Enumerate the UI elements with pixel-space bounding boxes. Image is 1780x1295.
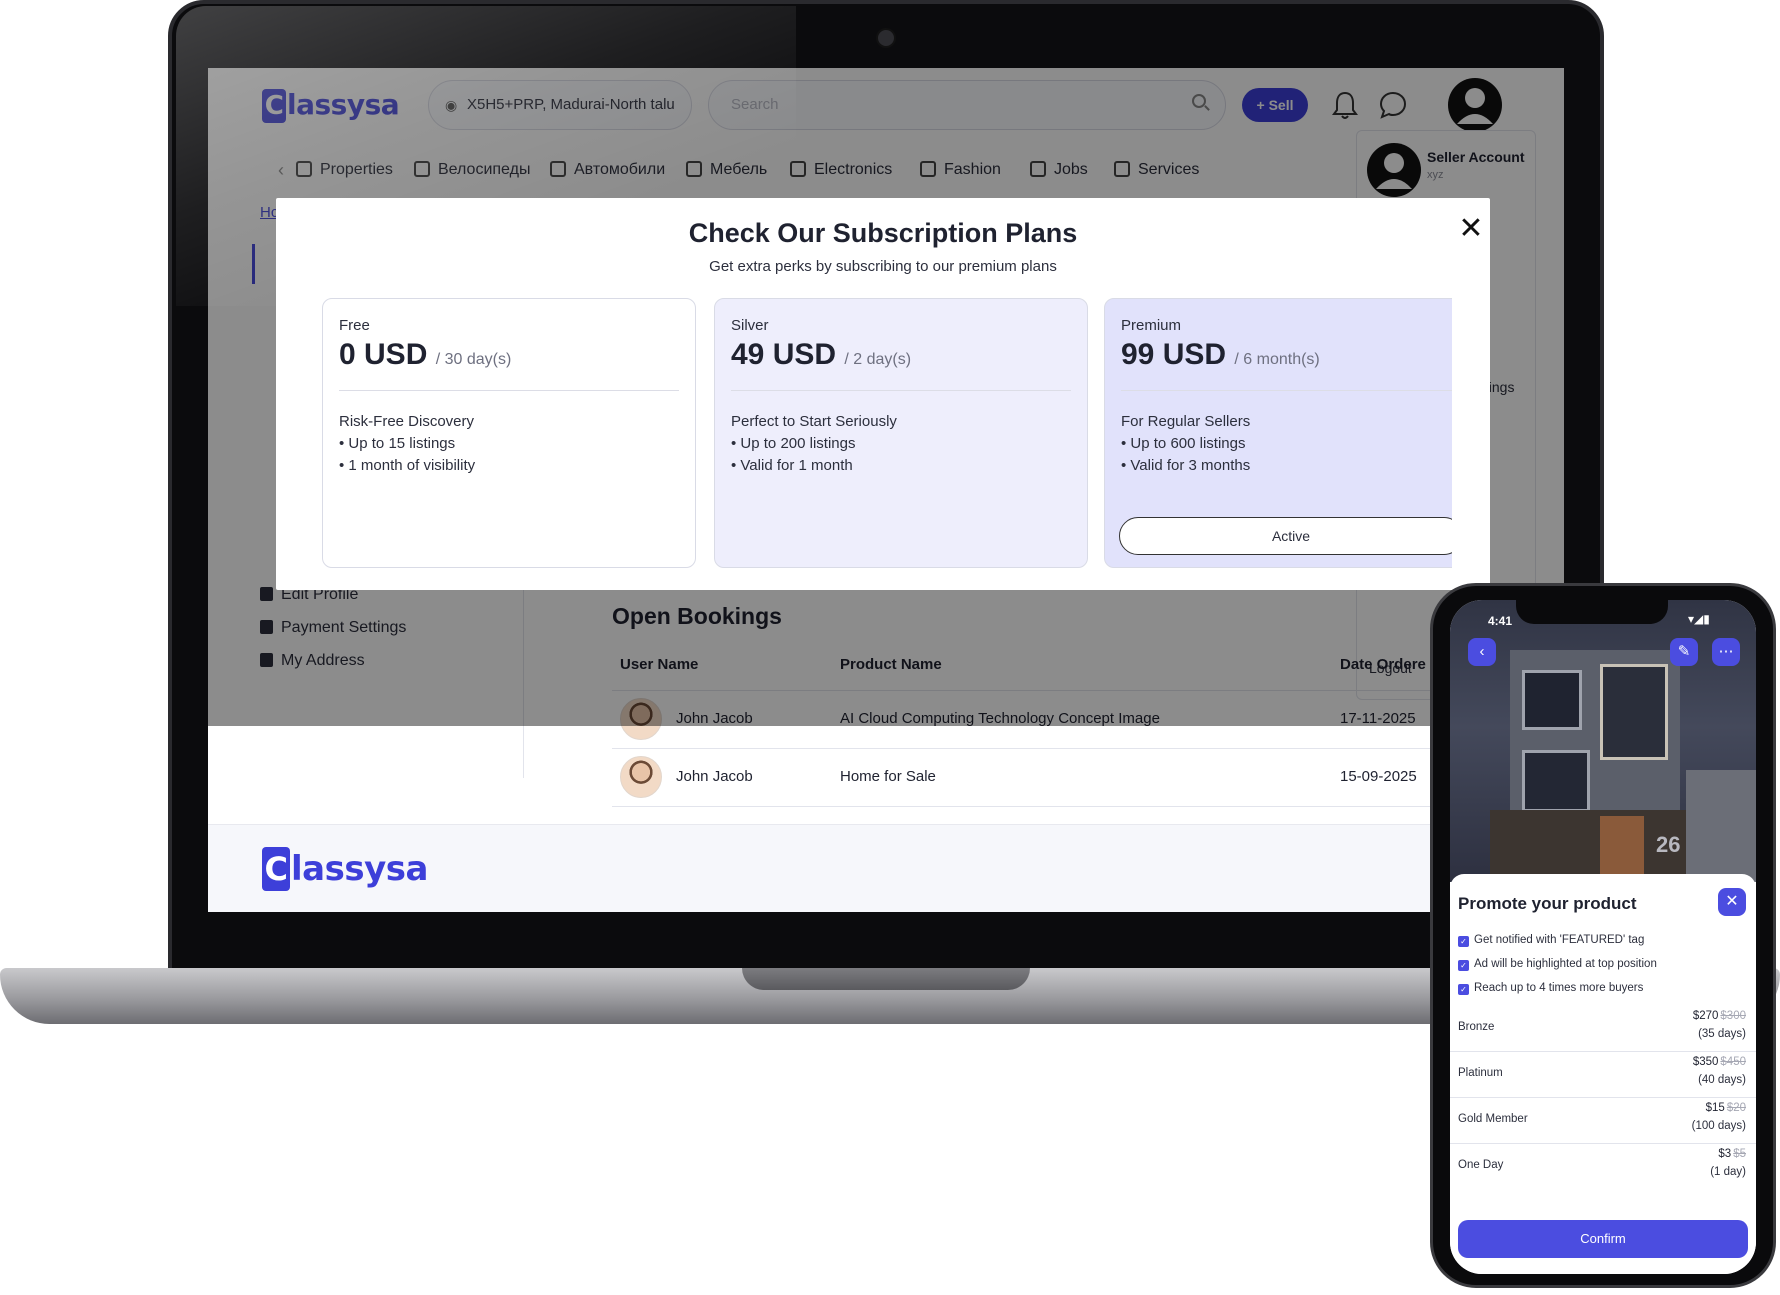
modal-title: Check Our Subscription Plans — [688, 218, 1078, 248]
plan-headline: Risk-Free Discovery — [339, 413, 475, 430]
row-date: 15-09-2025 — [1340, 768, 1417, 785]
row-user-name: John Jacob — [676, 768, 753, 785]
laptop-screen: Classysa ◉ X5H5+PRP, Madurai-North talu … — [208, 68, 1564, 912]
plan-divider — [731, 390, 1071, 391]
status-bar-icons: ▾◢▮ — [1688, 612, 1710, 626]
plan-headline: For Regular Sellers — [1121, 413, 1251, 430]
plan-feature: • Up to 200 listings — [731, 435, 856, 452]
plan-feature: • Up to 600 listings — [1121, 435, 1246, 452]
subscription-plans-modal: Check Our Subscription Plans Get extra p… — [276, 198, 1490, 590]
building-wall — [1686, 770, 1756, 882]
check-icon: ✓ — [1458, 960, 1469, 971]
tier-option-platinum[interactable]: Platinum $350 $450 (40 days) — [1450, 1052, 1756, 1098]
plan-price: 0 USD / 30 day(s) — [339, 338, 512, 371]
site-footer: Classysa — [208, 824, 1564, 912]
check-icon: ✓ — [1458, 936, 1469, 947]
row-user-avatar — [620, 756, 662, 798]
tier-option-bronze[interactable]: Bronze $270 $300 (35 days) — [1450, 1006, 1756, 1052]
classysa-footer-logo[interactable]: Classysa — [262, 847, 428, 891]
status-bar-time: 4:41 — [1488, 614, 1513, 628]
plan-name: Silver — [731, 317, 769, 334]
tier-option-one-day[interactable]: One Day $3 $5 (1 day) — [1450, 1144, 1756, 1190]
close-icon[interactable]: ✕ — [1718, 888, 1746, 916]
plan-card-premium[interactable]: Premium 99 USD / 6 month(s) For Regular … — [1104, 298, 1452, 568]
building-window — [1522, 670, 1582, 730]
plan-divider — [339, 390, 679, 391]
confirm-button[interactable]: Confirm — [1458, 1220, 1748, 1258]
building-window — [1522, 750, 1590, 812]
plan-divider — [1121, 390, 1452, 391]
house-number: 26 — [1656, 832, 1681, 857]
plans-row: Free 0 USD / 30 day(s) Risk-Free Discove… — [322, 298, 1452, 570]
perk-item: ✓ Reach up to 4 times more buyers — [1458, 982, 1643, 995]
plan-feature: • Valid for 3 months — [1121, 457, 1251, 474]
perk-item: ✓ Ad will be highlighted at top position — [1458, 958, 1657, 971]
promote-product-sheet: Promote your product ✕ ✓ Get notified wit… — [1450, 874, 1756, 1274]
check-icon: ✓ — [1458, 984, 1469, 995]
building-window — [1600, 664, 1668, 760]
table-divider — [612, 806, 1564, 807]
plan-name: Free — [339, 317, 370, 334]
back-icon[interactable]: ‹ — [1468, 638, 1496, 666]
plan-price: 99 USD / 6 month(s) — [1121, 338, 1320, 371]
plan-card-silver[interactable]: Silver 49 USD / 2 day(s) Perfect to Star… — [714, 298, 1088, 568]
modal-subtitle: Get extra perks by subscribing to our pr… — [709, 258, 1057, 275]
edit-icon[interactable]: ✎ — [1670, 638, 1698, 666]
webcam — [876, 28, 896, 48]
phone-notch — [1516, 598, 1668, 624]
property-photo: 26 4:41 ▾◢▮ ‹ ✎ ⋯ — [1450, 600, 1756, 882]
plan-headline: Perfect to Start Seriously — [731, 413, 897, 430]
plan-active-button[interactable]: Active — [1119, 517, 1452, 555]
promo-title: Promote your product — [1458, 894, 1637, 913]
laptop-hinge-notch — [742, 968, 1030, 990]
plan-feature: • Up to 15 listings — [339, 435, 456, 452]
plan-card-free[interactable]: Free 0 USD / 30 day(s) Risk-Free Discove… — [322, 298, 696, 568]
plan-feature: • 1 month of visibility — [339, 457, 476, 474]
plan-name: Premium — [1121, 317, 1182, 334]
row-product-name[interactable]: Home for Sale — [840, 768, 936, 785]
more-icon[interactable]: ⋯ — [1712, 638, 1740, 666]
tier-option-gold-member[interactable]: Gold Member $15 $20 (100 days) — [1450, 1098, 1756, 1144]
perk-item: ✓ Get notified with 'FEATURED' tag — [1458, 934, 1644, 947]
building-door — [1600, 816, 1644, 882]
table-divider — [612, 748, 1564, 749]
plan-price: 49 USD / 2 day(s) — [731, 338, 912, 371]
phone-screen: 26 4:41 ▾◢▮ ‹ ✎ ⋯ Promote your product ✕… — [1450, 600, 1756, 1274]
close-icon[interactable]: ✕ — [1456, 214, 1486, 244]
plan-feature: • Valid for 1 month — [731, 457, 853, 474]
